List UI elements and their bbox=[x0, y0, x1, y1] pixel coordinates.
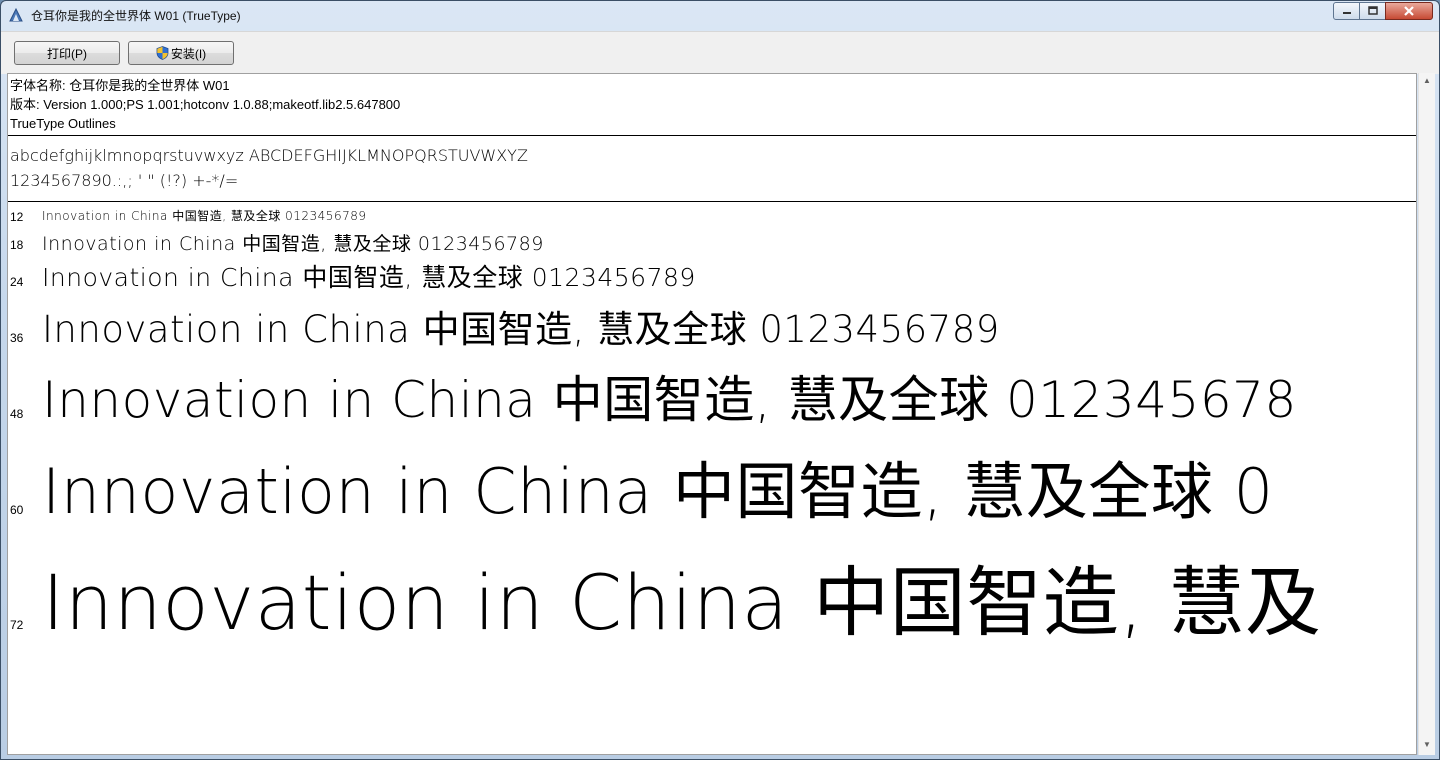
sample-text: Innovation in China 中国智造, 慧及全球 0 bbox=[42, 455, 1274, 528]
font-viewer-icon bbox=[9, 7, 23, 22]
sample-size-label: 24 bbox=[10, 275, 24, 289]
maximize-icon bbox=[1367, 6, 1378, 15]
install-button[interactable]: 安装(I) bbox=[128, 41, 234, 65]
print-button-label: 打印(P) bbox=[47, 46, 87, 61]
print-button[interactable]: 打印(P) bbox=[14, 41, 120, 65]
font-preview-pane: 字体名称: 仓耳你是我的全世界体 W01 版本: Version 1.000;P… bbox=[7, 73, 1417, 755]
sample-size-label: 72 bbox=[10, 618, 24, 632]
sample-size-label: 12 bbox=[10, 210, 24, 224]
sample-size-label: 36 bbox=[10, 331, 24, 345]
window-title: 仓耳你是我的全世界体 W01 (TrueType) bbox=[31, 9, 241, 23]
install-button-label: 安装(I) bbox=[170, 46, 207, 61]
font-name-line: 字体名称: 仓耳你是我的全世界体 W01 bbox=[10, 78, 230, 93]
sample-text: Innovation in China 中国智造, 慧及全球 012345678… bbox=[42, 263, 696, 292]
sample-text: Innovation in China 中国智造, 慧及全球 012345678… bbox=[42, 233, 544, 255]
divider bbox=[8, 201, 1416, 202]
divider bbox=[8, 135, 1416, 136]
sample-size-label: 18 bbox=[10, 238, 24, 252]
sample-text: Innovation in China 中国智造, 慧及全球 012345678… bbox=[42, 308, 1000, 351]
scroll-down-arrow-icon[interactable]: ▼ bbox=[1423, 740, 1431, 749]
sample-size-label: 48 bbox=[10, 407, 24, 421]
scroll-up-arrow-icon[interactable]: ▲ bbox=[1423, 76, 1431, 85]
font-version-line: 版本: Version 1.000;PS 1.001;hotconv 1.0.8… bbox=[10, 97, 401, 112]
maximize-button[interactable] bbox=[1359, 2, 1386, 20]
minimize-button[interactable] bbox=[1333, 2, 1360, 20]
sample-text: Innovation in China 中国智造, 慧及全球 012345678… bbox=[42, 209, 367, 223]
sample-text: Innovation in China 中国智造, 慧及全球 012345678 bbox=[42, 371, 1297, 429]
toolbar: 打印(P) 安装(I) bbox=[1, 31, 1439, 74]
charset-digits-symbols: 1234567890.:,; ' " (!?) +-*/= bbox=[10, 171, 239, 190]
sample-text: Innovation in China 中国智造, 慧及 bbox=[42, 558, 1322, 647]
charset-letters: abcdefghijklmnopqrstuvwxyz ABCDEFGHIJKLM… bbox=[10, 146, 528, 165]
vertical-scrollbar[interactable]: ▲ ▼ bbox=[1418, 73, 1435, 755]
title-bar: 仓耳你是我的全世界体 W01 (TrueType) bbox=[1, 1, 1439, 29]
sample-size-label: 60 bbox=[10, 503, 24, 517]
minimize-icon bbox=[1342, 12, 1351, 14]
uac-shield-icon bbox=[156, 46, 169, 60]
font-outline-type: TrueType Outlines bbox=[10, 116, 116, 131]
font-viewer-window: 仓耳你是我的全世界体 W01 (TrueType) 打印(P) 安装(I) 字体… bbox=[0, 0, 1440, 760]
font-info: 字体名称: 仓耳你是我的全世界体 W01 版本: Version 1.000;P… bbox=[10, 76, 400, 133]
close-icon bbox=[1404, 6, 1414, 16]
close-button[interactable] bbox=[1385, 2, 1433, 20]
